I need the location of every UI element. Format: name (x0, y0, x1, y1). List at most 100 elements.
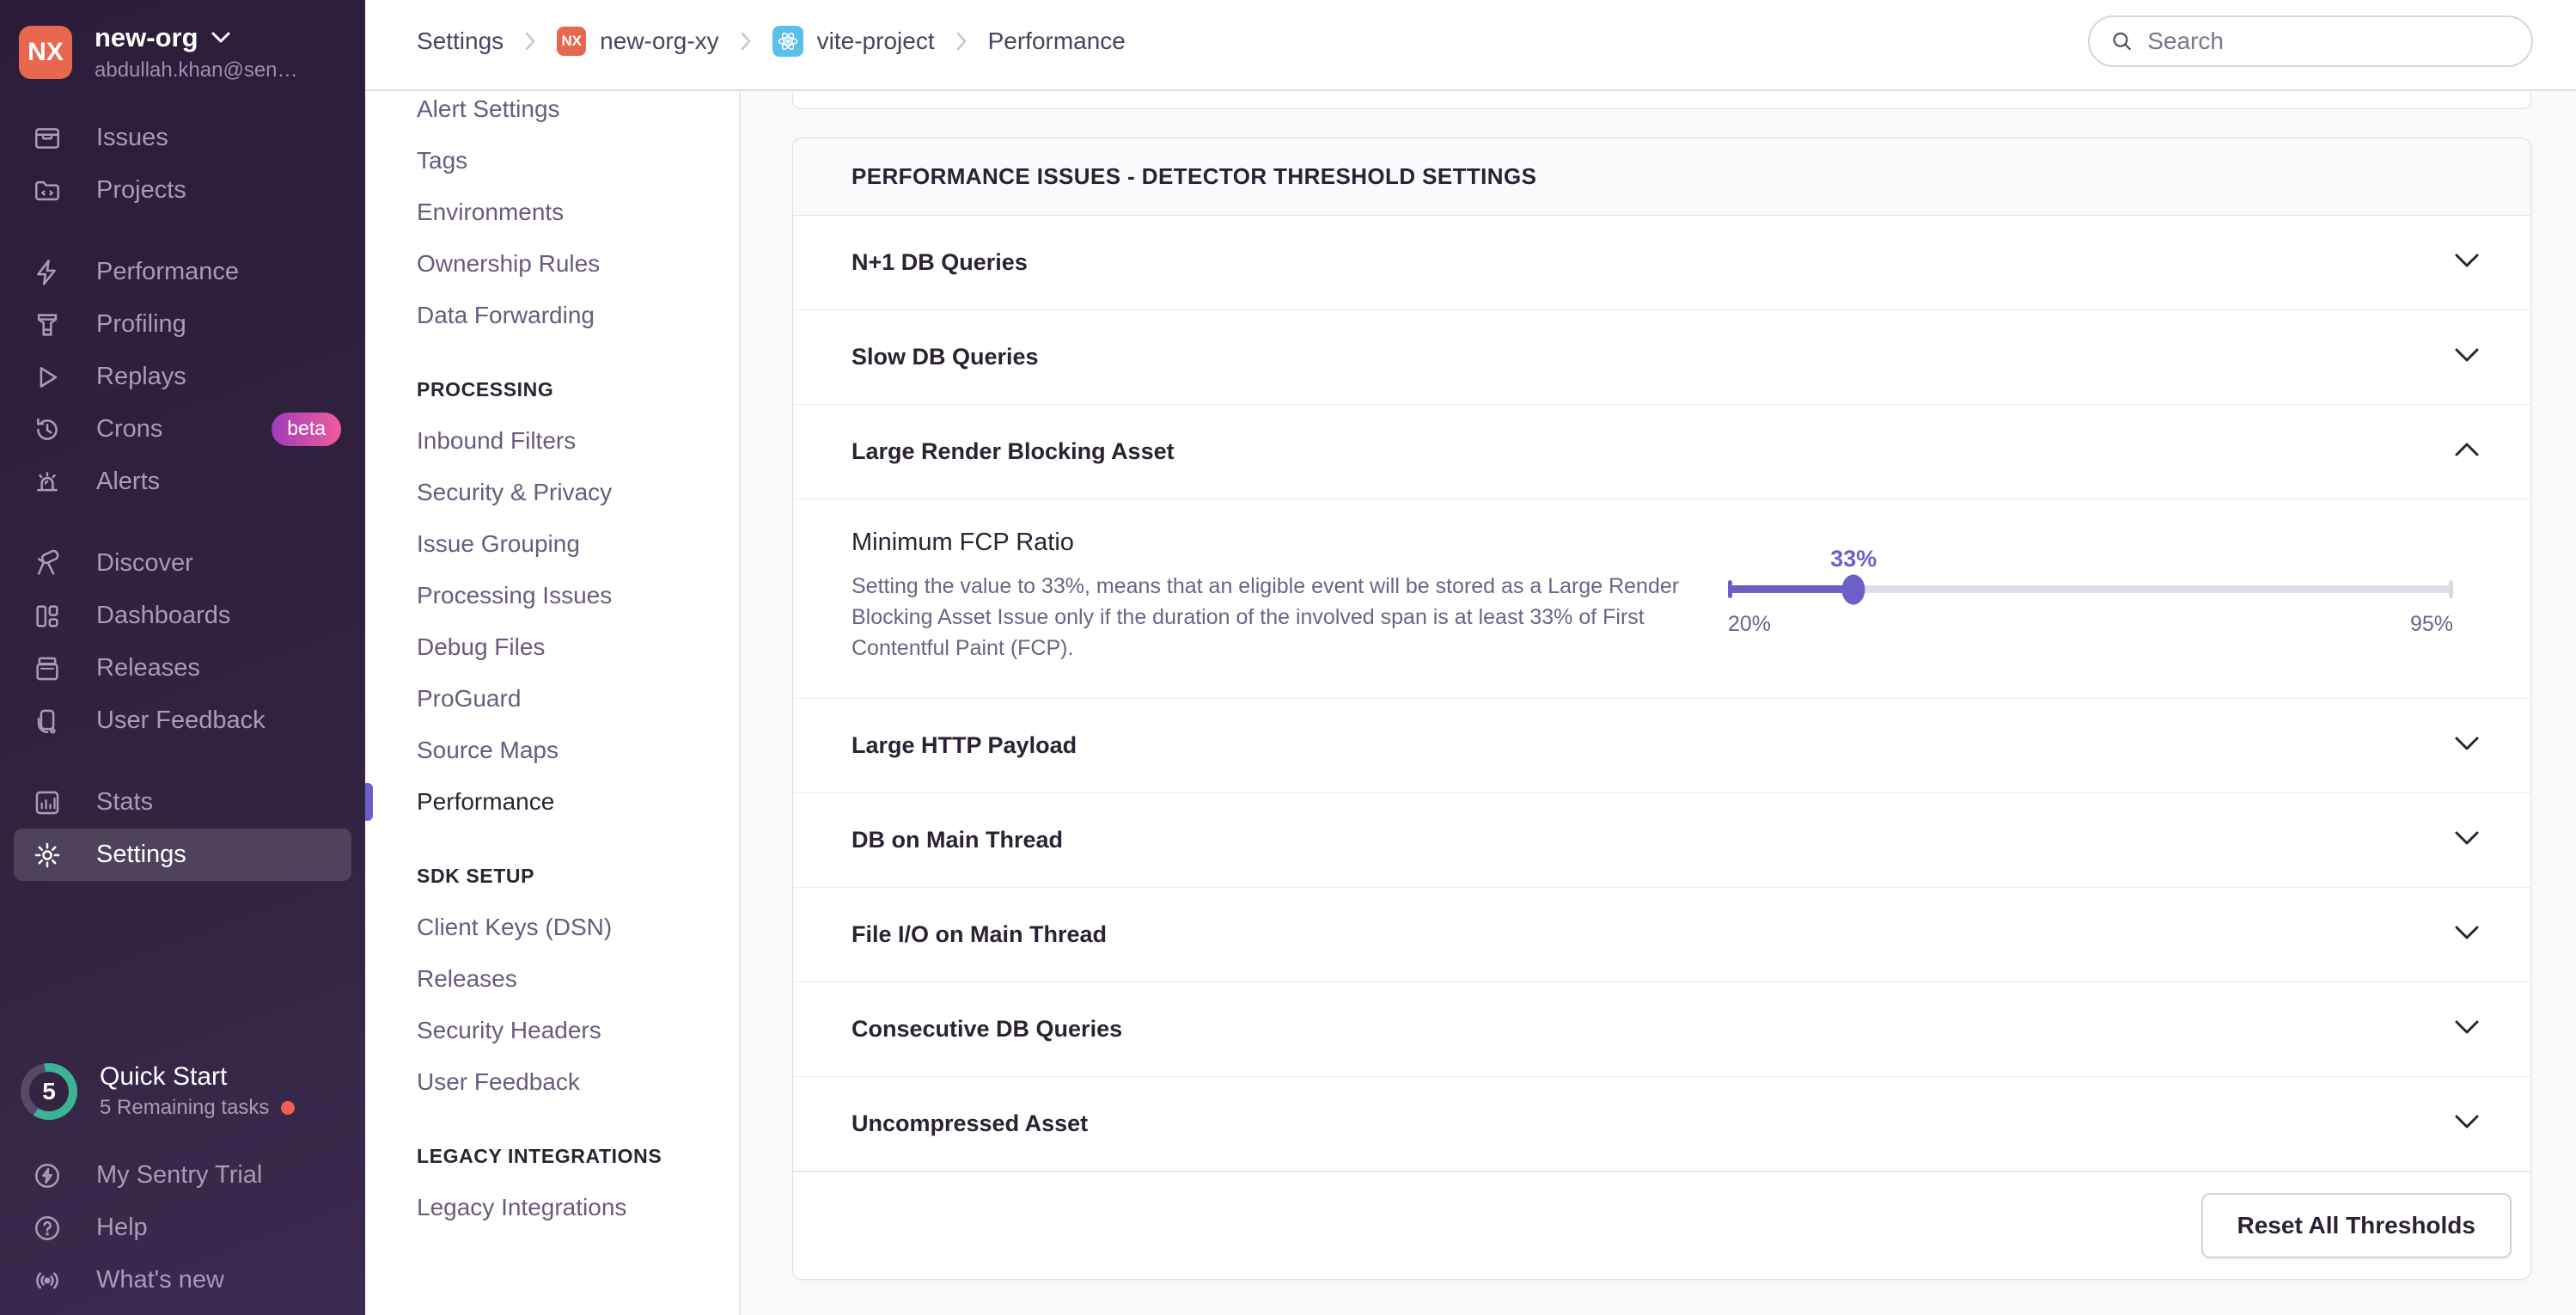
accordion-row-db-on-main-thread[interactable]: DB on Main Thread (793, 793, 2530, 888)
panel-title: PERFORMANCE ISSUES - DETECTOR THRESHOLD … (793, 138, 2530, 216)
nav-label: ProGuard (417, 685, 522, 712)
panel-footer: Reset All Thresholds (793, 1171, 2530, 1279)
breadcrumb-project-label: vite-project (816, 28, 935, 54)
sidebar-item-label: User Feedback (96, 706, 266, 734)
accordion-label: Consecutive DB Queries (852, 1016, 1123, 1042)
sidebar: NX new-org abdullah.khan@sen… Issues Pro… (0, 0, 365, 1315)
slider-end-tick (2449, 580, 2453, 598)
settings-nav-releases[interactable]: Releases (365, 953, 739, 1005)
sidebar-item-label: My Sentry Trial (96, 1161, 263, 1189)
settings-nav-processing-issues[interactable]: Processing Issues (365, 570, 739, 621)
nav-label: Environments (417, 199, 565, 225)
sidebar-item-label: What's new (96, 1266, 224, 1294)
breadcrumb-org[interactable]: NX new-org-xy (557, 27, 719, 56)
chevron-down-icon (2451, 1018, 2482, 1041)
sidebar-item-label: Releases (96, 654, 200, 682)
accordion-label: Uncompressed Asset (852, 1110, 1089, 1136)
nav-label: Security & Privacy (417, 479, 613, 505)
topbar: Settings NX new-org-xy vite-project Perf… (365, 0, 2576, 91)
sidebar-item-user-feedback[interactable]: User Feedback (0, 694, 365, 747)
settings-nav-section-sdk-setup: SDK SETUP (417, 864, 535, 887)
chevron-down-icon (2451, 923, 2482, 946)
accordion-row-large-render-blocking-asset[interactable]: Large Render Blocking Asset (793, 405, 2530, 499)
slider-track[interactable]: 33% (1728, 546, 2453, 604)
help-icon (34, 1215, 60, 1240)
fcp-ratio-slider: 33% 20% 95% (1728, 529, 2453, 664)
settings-nav-issue-grouping[interactable]: Issue Grouping (365, 518, 739, 570)
accordion-row-uncompressed-asset[interactable]: Uncompressed Asset (793, 1077, 2530, 1171)
sidebar-item-label: Crons (96, 415, 163, 443)
chevron-right-icon (738, 30, 754, 52)
sidebar-item-discover[interactable]: Discover (0, 537, 365, 590)
sidebar-item-projects[interactable]: Projects (0, 164, 365, 217)
accordion-row-consecutive-db-queries[interactable]: Consecutive DB Queries (793, 982, 2530, 1077)
settings-nav-tags[interactable]: Tags (365, 135, 739, 187)
sidebar-item-label: Alerts (96, 468, 161, 495)
broadcast-icon (36, 1272, 58, 1288)
nav-label: Inbound Filters (417, 427, 577, 454)
gear-icon (34, 842, 60, 867)
accordion-row-file-io-on-main-thread[interactable]: File I/O on Main Thread (793, 888, 2530, 982)
quick-start[interactable]: 5 Quick Start 5 Remaining tasks (0, 1062, 365, 1149)
settings-nav-ownership-rules[interactable]: Ownership Rules (365, 238, 739, 290)
org-avatar: NX (19, 26, 72, 79)
settings-nav-inbound-filters[interactable]: Inbound Filters (365, 415, 739, 467)
chevron-down-icon (2451, 829, 2482, 852)
breadcrumb-settings[interactable]: Settings (417, 28, 504, 55)
notification-dot (281, 1101, 296, 1115)
settings-nav-client-keys[interactable]: Client Keys (DSN) (365, 902, 739, 953)
settings-nav-debug-files[interactable]: Debug Files (365, 621, 739, 673)
settings-nav-legacy-integrations[interactable]: Legacy Integrations (365, 1182, 739, 1233)
breadcrumb-project[interactable]: vite-project (772, 26, 935, 57)
sidebar-item-crons[interactable]: Crons beta (0, 403, 365, 456)
sidebar-item-releases[interactable]: Releases (0, 642, 365, 694)
org-switcher[interactable]: NX new-org abdullah.khan@sen… (0, 0, 365, 100)
settings-nav-proguard[interactable]: ProGuard (365, 673, 739, 725)
sidebar-item-label: Projects (96, 176, 186, 204)
sidebar-item-stats[interactable]: Stats (0, 776, 365, 829)
sidebar-item-issues[interactable]: Issues (0, 112, 365, 164)
nav-label: Data Forwarding (417, 302, 595, 328)
sidebar-item-performance[interactable]: Performance (0, 246, 365, 298)
sidebar-item-settings[interactable]: Settings (14, 829, 351, 881)
sidebar-item-help[interactable]: Help (0, 1202, 365, 1254)
sidebar-item-alerts[interactable]: Alerts (0, 456, 365, 508)
accordion-row-n1-db-queries[interactable]: N+1 DB Queries (793, 216, 2530, 310)
setting-label: Minimum FCP Ratio (852, 529, 1074, 556)
accordion-row-slow-db-queries[interactable]: Slow DB Queries (793, 310, 2530, 405)
settings-nav-performance[interactable]: Performance (365, 776, 739, 828)
settings-nav-data-forwarding[interactable]: Data Forwarding (365, 290, 739, 341)
sidebar-item-replays[interactable]: Replays (0, 351, 365, 403)
nav-label: Performance (417, 788, 555, 815)
settings-nav-alert-settings[interactable]: Alert Settings (365, 93, 739, 135)
chevron-down-icon (2451, 346, 2482, 369)
sidebar-item-dashboards[interactable]: Dashboards (0, 590, 365, 642)
search-input[interactable] (2147, 28, 2511, 55)
nav-label: Alert Settings (417, 95, 560, 122)
chevron-down-icon (2451, 251, 2482, 274)
sidebar-item-label: Profiling (96, 310, 186, 338)
settings-nav-section-processing: PROCESSING (417, 377, 554, 401)
settings-nav-user-feedback[interactable]: User Feedback (365, 1056, 739, 1108)
slider-thumb[interactable] (1841, 574, 1865, 604)
settings-nav-security-privacy[interactable]: Security & Privacy (365, 467, 739, 518)
sidebar-item-label: Stats (96, 788, 154, 816)
accordion-label: Large HTTP Payload (852, 732, 1077, 758)
search-icon (2113, 32, 2131, 51)
settings-nav: Alert Settings Tags Environments Ownersh… (365, 93, 741, 1315)
breadcrumb-org-label: new-org-xy (600, 28, 719, 54)
sidebar-item-whats-new[interactable]: What's new (0, 1254, 365, 1306)
settings-nav-section-legacy: LEGACY INTEGRATIONS (417, 1144, 662, 1167)
settings-nav-environments[interactable]: Environments (365, 187, 739, 238)
org-badge: NX (557, 27, 587, 56)
accordion-row-large-http-payload[interactable]: Large HTTP Payload (793, 699, 2530, 793)
settings-nav-security-headers[interactable]: Security Headers (365, 1005, 739, 1056)
slider-max-label: 95% (2409, 612, 2453, 636)
sidebar-item-label: Discover (96, 549, 193, 577)
reset-all-thresholds-button[interactable]: Reset All Thresholds (2201, 1193, 2512, 1258)
sidebar-item-my-sentry-trial[interactable]: My Sentry Trial (0, 1149, 365, 1202)
settings-nav-source-maps[interactable]: Source Maps (365, 725, 739, 776)
nav-label: Releases (417, 965, 517, 992)
sidebar-item-profiling[interactable]: Profiling (0, 298, 365, 351)
breadcrumb-page: Performance (987, 28, 1126, 54)
